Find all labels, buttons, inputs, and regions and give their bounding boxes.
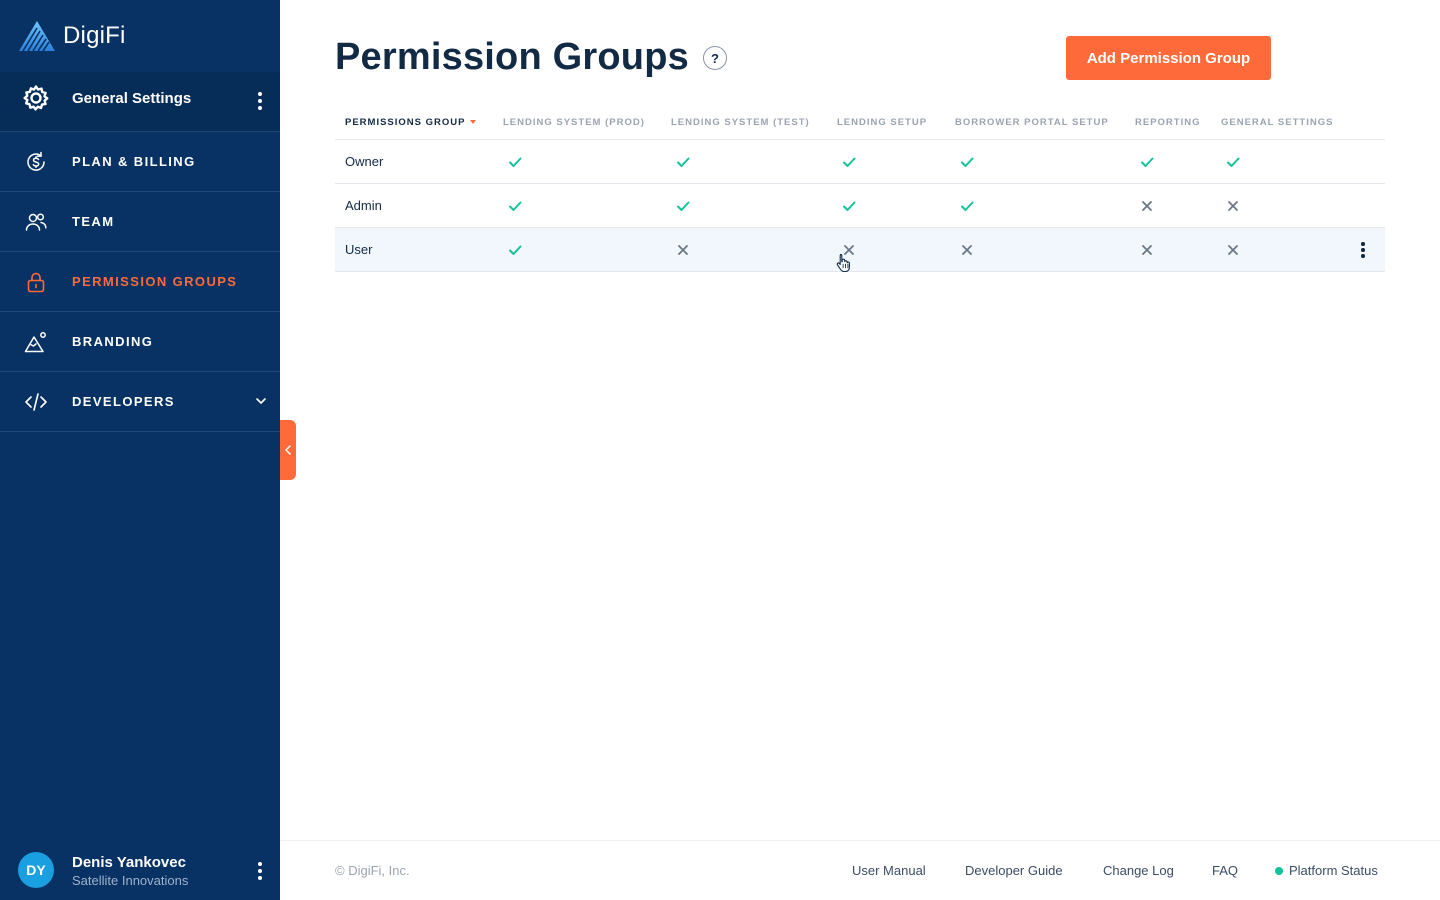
settings-menu-button[interactable] bbox=[257, 92, 263, 110]
footer-link-change-log[interactable]: Change Log bbox=[1103, 863, 1174, 878]
check-icon bbox=[509, 157, 522, 167]
sort-caret-icon bbox=[470, 120, 477, 124]
table-body: Owner Admin User bbox=[335, 140, 1385, 272]
chevron-down-icon[interactable] bbox=[254, 394, 268, 408]
check-icon bbox=[509, 245, 522, 255]
footer-link-platform-status[interactable]: Platform Status bbox=[1289, 863, 1378, 878]
footer-link-user-manual[interactable]: User Manual bbox=[852, 863, 926, 878]
cross-icon bbox=[678, 245, 688, 255]
cross-icon bbox=[1142, 245, 1152, 255]
table-row[interactable]: Owner bbox=[335, 140, 1385, 184]
sidebar-item-label: TEAM bbox=[72, 214, 115, 229]
avatar: DY bbox=[18, 852, 54, 888]
cross-icon bbox=[962, 245, 972, 255]
table-row[interactable]: Admin bbox=[335, 184, 1385, 228]
footer-link-faq[interactable]: FAQ bbox=[1212, 863, 1238, 878]
group-name: Owner bbox=[345, 154, 384, 169]
cross-icon bbox=[1228, 201, 1238, 211]
sidebar-item-label: PLAN & BILLING bbox=[72, 154, 196, 169]
user-profile[interactable]: DY Denis Yankovec Satellite Innovations bbox=[0, 840, 280, 900]
check-icon bbox=[1141, 157, 1154, 167]
sidebar-item-label: DEVELOPERS bbox=[72, 394, 175, 409]
column-header-label: PERMISSIONS GROUP bbox=[345, 117, 466, 128]
brand-name: DigiFi bbox=[63, 22, 126, 49]
copyright: © DigiFi, Inc. bbox=[335, 863, 410, 878]
general-settings-title: General Settings bbox=[72, 90, 192, 107]
mountain-icon bbox=[24, 332, 46, 353]
footer: © DigiFi, Inc. User Manual Developer Gui… bbox=[280, 840, 1440, 900]
sidebar-collapse-button[interactable] bbox=[280, 420, 296, 480]
table-header: PERMISSIONS GROUP LENDING SYSTEM (PROD) … bbox=[335, 104, 1385, 140]
column-header-reporting: REPORTING bbox=[1135, 117, 1201, 128]
help-icon[interactable]: ? bbox=[703, 46, 727, 70]
user-organization: Satellite Innovations bbox=[72, 873, 189, 888]
digifi-logo-icon bbox=[19, 21, 55, 52]
cross-icon bbox=[1142, 201, 1152, 211]
check-icon bbox=[509, 201, 522, 211]
column-header-general-settings: GENERAL SETTINGS bbox=[1221, 117, 1334, 128]
user-name: Denis Yankovec bbox=[72, 854, 186, 871]
cross-icon bbox=[1228, 245, 1238, 255]
sidebar-item-label: BRANDING bbox=[72, 334, 154, 349]
chevron-left-icon bbox=[285, 445, 291, 455]
check-icon bbox=[961, 157, 974, 167]
sidebar-item-plan-billing[interactable]: PLAN & BILLING bbox=[0, 132, 280, 192]
dollar-refresh-icon bbox=[27, 151, 45, 171]
user-menu-button[interactable] bbox=[257, 862, 263, 880]
sidebar-item-branding[interactable]: BRANDING bbox=[0, 312, 280, 372]
check-icon bbox=[843, 201, 856, 211]
permission-groups-table: PERMISSIONS GROUP LENDING SYSTEM (PROD) … bbox=[335, 104, 1385, 272]
check-icon bbox=[843, 157, 856, 167]
check-icon bbox=[677, 201, 690, 211]
group-name: User bbox=[345, 242, 373, 257]
column-header-permissions-group[interactable]: PERMISSIONS GROUP bbox=[345, 117, 477, 128]
sidebar-item-label: PERMISSION GROUPS bbox=[72, 274, 238, 289]
add-permission-group-button[interactable]: Add Permission Group bbox=[1066, 36, 1271, 80]
check-icon bbox=[961, 201, 974, 211]
sidebar: DigiFi General Settings PLAN & BILLING T… bbox=[0, 0, 280, 900]
footer-link-developer-guide[interactable]: Developer Guide bbox=[965, 863, 1063, 878]
page-title: Permission Groups bbox=[335, 36, 689, 78]
group-name: Admin bbox=[345, 198, 382, 213]
sidebar-item-developers[interactable]: DEVELOPERS bbox=[0, 372, 280, 432]
row-actions-menu-button[interactable] bbox=[1360, 242, 1366, 258]
general-settings-header[interactable]: General Settings bbox=[0, 72, 280, 132]
code-icon bbox=[25, 393, 47, 411]
sidebar-item-team[interactable]: TEAM bbox=[0, 192, 280, 252]
column-header-borrower-portal-setup: BORROWER PORTAL SETUP bbox=[955, 117, 1109, 128]
column-header-lending-setup: LENDING SETUP bbox=[837, 117, 928, 128]
sidebar-item-permission-groups[interactable]: PERMISSION GROUPS bbox=[0, 252, 280, 312]
check-icon bbox=[1227, 157, 1240, 167]
table-row[interactable]: User bbox=[335, 228, 1385, 272]
users-icon bbox=[25, 213, 47, 231]
column-header-lending-system-prod: LENDING SYSTEM (PROD) bbox=[503, 117, 645, 128]
column-header-lending-system-test: LENDING SYSTEM (TEST) bbox=[671, 117, 810, 128]
status-indicator-icon bbox=[1275, 867, 1283, 875]
logo[interactable]: DigiFi bbox=[18, 19, 126, 53]
check-icon bbox=[677, 157, 690, 167]
hand-cursor-icon bbox=[836, 253, 850, 272]
lock-icon bbox=[27, 272, 45, 293]
gear-icon bbox=[23, 85, 49, 111]
